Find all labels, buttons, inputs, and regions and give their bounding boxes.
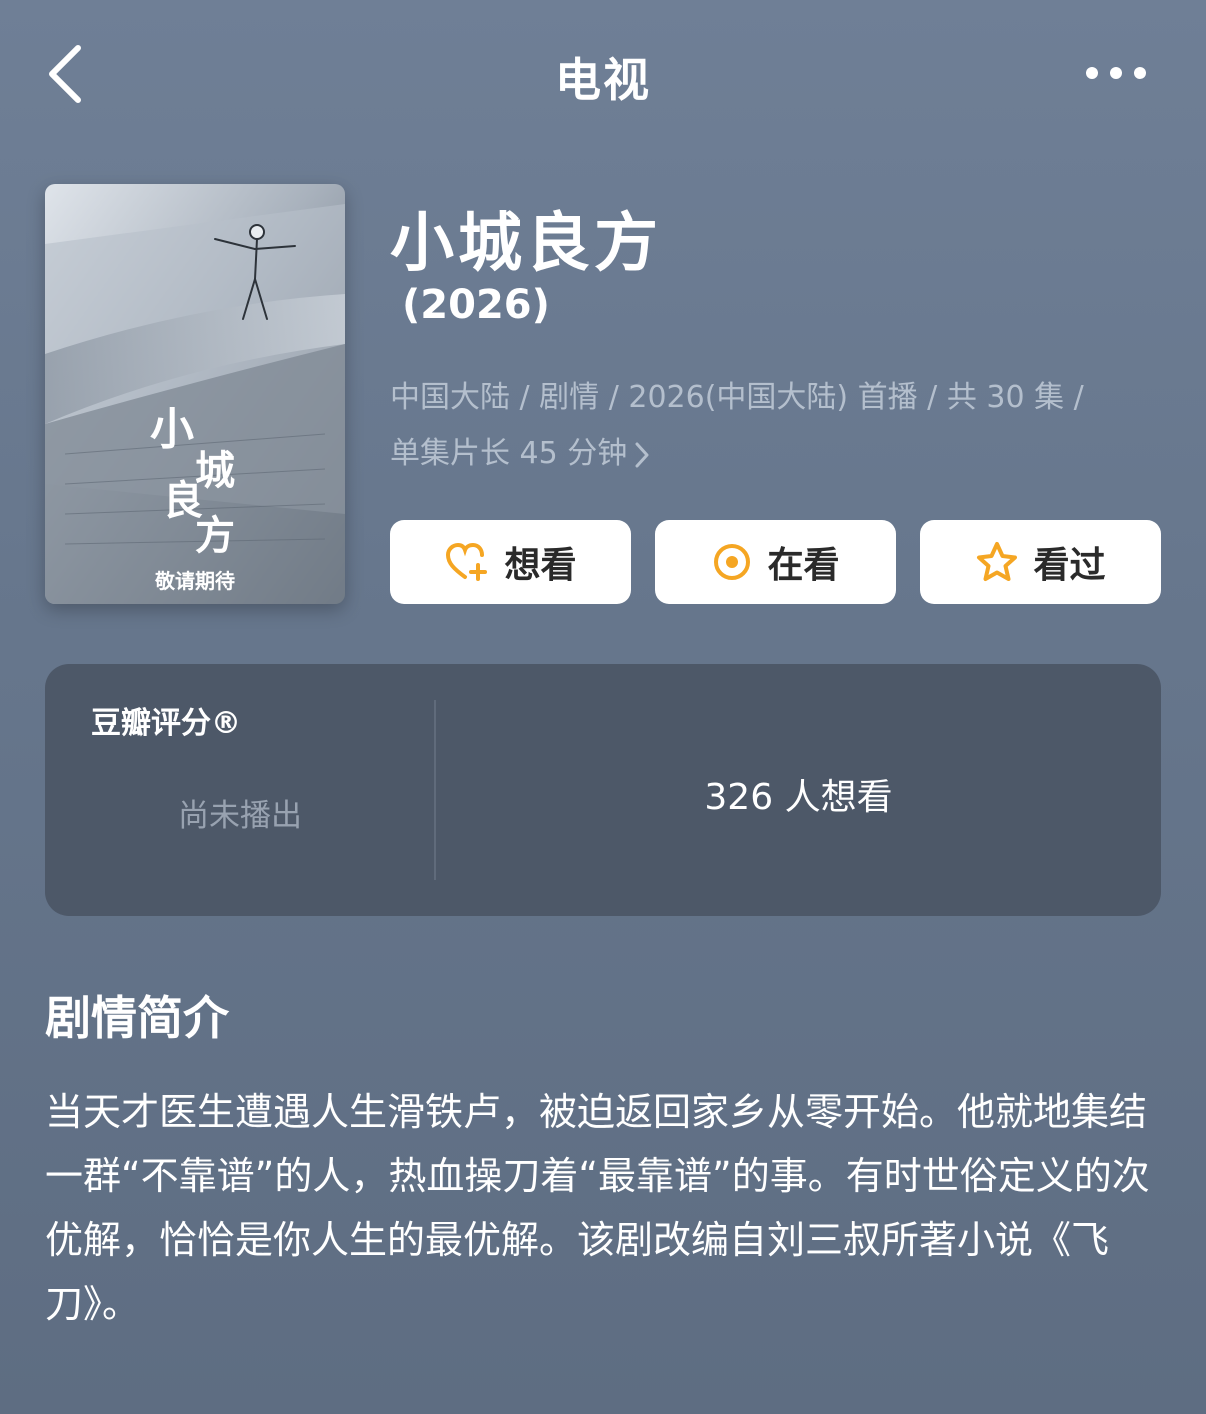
show-year: (2026) <box>402 282 550 328</box>
more-button[interactable] <box>1080 56 1150 90</box>
want-to-watch-button[interactable]: 想看 <box>390 520 631 604</box>
chevron-right-icon <box>635 442 649 467</box>
heart-plus-icon <box>446 542 488 581</box>
rating-label: 豆瓣评分® <box>91 706 241 741</box>
watched-label: 看过 <box>1033 545 1106 586</box>
poster-image[interactable]: 小 城 良 方 敬请期待 <box>45 184 345 604</box>
show-meta[interactable]: 中国大陆 / 剧情 / 2026(中国大陆) 首播 / 共 30 集 / 单集片… <box>390 370 1150 482</box>
want-to-watch-label: 想看 <box>504 545 577 586</box>
poster-artwork: 小 城 良 方 <box>45 184 345 604</box>
watching-button[interactable]: 在看 <box>655 520 896 604</box>
synopsis-text: 当天才医生遭遇人生滑铁卢，被迫返回家乡从零开始。他就地集结一群“不靠谱”的人，热… <box>45 1090 1150 1326</box>
poster-tagline: 敬请期待 <box>155 569 235 593</box>
watching-label: 在看 <box>767 545 840 586</box>
meta-line-1: 中国大陆 / 剧情 / 2026(中国大陆) 首播 / 共 30 集 / <box>390 380 1084 415</box>
watched-button[interactable]: 看过 <box>920 520 1161 604</box>
rating-status: 尚未播出 <box>178 798 302 834</box>
star-icon <box>977 542 1018 581</box>
svg-text:小: 小 <box>150 404 194 455</box>
navigation-bar: 电视 <box>0 0 1206 150</box>
synopsis-heading: 剧情简介 <box>45 991 229 1045</box>
target-icon <box>714 544 751 580</box>
more-icon <box>1086 67 1146 79</box>
meta-line-2: 单集片长 45 分钟 <box>390 436 628 471</box>
page-title: 电视 <box>555 53 651 107</box>
show-title: 小城良方 <box>390 207 662 281</box>
want-count[interactable]: 326 人想看 <box>436 768 1161 820</box>
rating-card[interactable]: 豆瓣评分® 尚未播出 326 人想看 <box>45 664 1161 916</box>
svg-text:方: 方 <box>195 512 235 559</box>
